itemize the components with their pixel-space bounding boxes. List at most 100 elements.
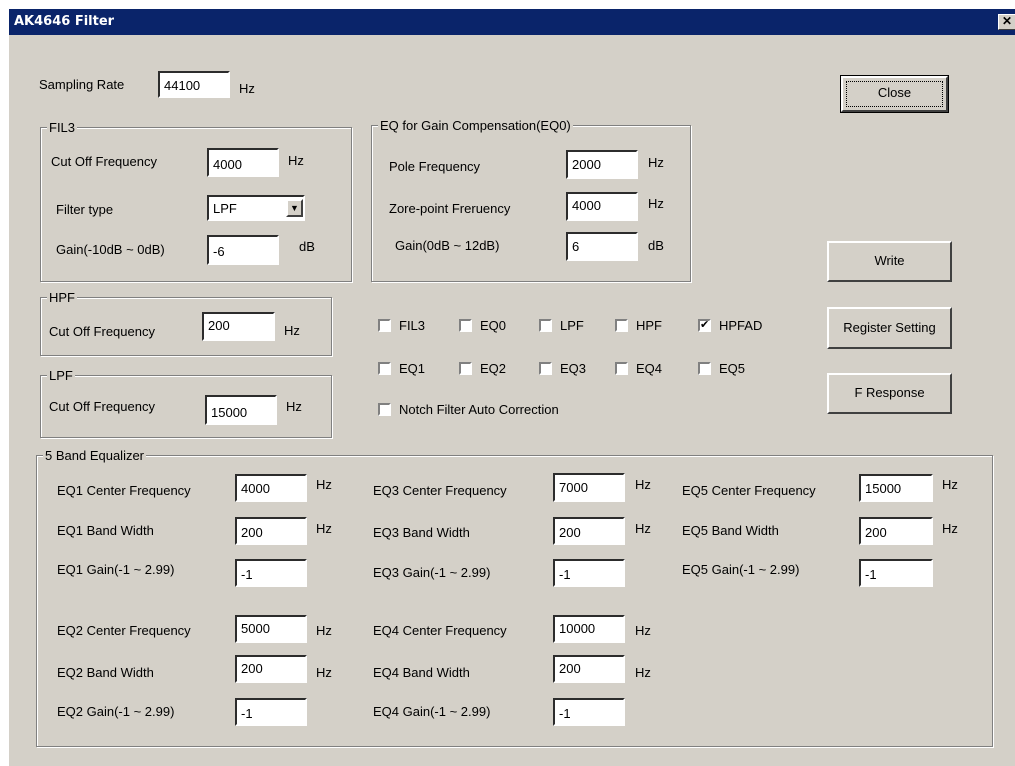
write-button[interactable]: Write xyxy=(827,241,952,282)
eq2-gain-label: EQ2 Gain(-1 ~ 2.99) xyxy=(57,704,175,719)
eq1-checkbox[interactable] xyxy=(378,362,391,375)
eq0-checkbox[interactable] xyxy=(459,319,472,332)
filter-dialog: AK4646 Filter ✕ Sampling Rate 44100 Hz C… xyxy=(8,8,1015,766)
hpf-cutoff-label: Cut Off Frequency xyxy=(49,324,155,339)
eq5-gain-input[interactable]: -1 xyxy=(859,559,933,587)
eq1-bw-label: EQ1 Band Width xyxy=(57,523,154,538)
eq2-bw-unit: Hz xyxy=(316,665,332,680)
fil3-checkbox[interactable] xyxy=(378,319,391,332)
lpf-cutoff-label: Cut Off Frequency xyxy=(49,399,155,414)
eq2-center-unit: Hz xyxy=(316,623,332,638)
eq0-pole-label: Pole Frequency xyxy=(389,159,481,174)
eq4-checkbox-label[interactable]: EQ4 xyxy=(636,361,662,376)
eq3-bw-unit: Hz xyxy=(635,521,651,536)
eq3-gain-input[interactable]: -1 xyxy=(553,559,625,587)
eq4-gain-input[interactable]: -1 xyxy=(553,698,625,726)
eq4-gain-label: EQ4 Gain(-1 ~ 2.99) xyxy=(373,704,491,719)
eq4-bw-unit: Hz xyxy=(635,665,651,680)
eq2-center-label: EQ2 Center Frequency xyxy=(57,623,191,638)
close-icon[interactable]: ✕ xyxy=(998,14,1015,30)
title-bar[interactable]: AK4646 Filter ✕ xyxy=(9,9,1015,35)
fil3-cutoff-input[interactable]: 4000 xyxy=(207,148,279,177)
eq3-checkbox-label[interactable]: EQ3 xyxy=(560,361,586,376)
eq3-checkbox[interactable] xyxy=(539,362,552,375)
eq1-bw-input[interactable]: 200 xyxy=(235,517,307,545)
register-setting-button[interactable]: Register Setting xyxy=(827,307,952,349)
eq0-gain-input[interactable]: 6 xyxy=(566,232,638,261)
eq5-center-input[interactable]: 15000 xyxy=(859,474,933,502)
eq0-zero-unit: Hz xyxy=(648,196,664,211)
fil3-type-label: Filter type xyxy=(56,202,114,217)
hpf-group-label: HPF xyxy=(47,290,77,305)
eq5-bw-unit: Hz xyxy=(942,521,958,536)
sampling-rate-label: Sampling Rate xyxy=(39,77,125,92)
eq5-bw-label: EQ5 Band Width xyxy=(682,523,779,538)
eq5-center-unit: Hz xyxy=(942,477,958,492)
eq0-gain-unit: dB xyxy=(648,238,664,253)
eq1-gain-input[interactable]: -1 xyxy=(235,559,307,587)
eq1-center-input[interactable]: 4000 xyxy=(235,474,307,502)
eq5-bw-input[interactable]: 200 xyxy=(859,517,933,545)
eq5-center-label: EQ5 Center Frequency xyxy=(682,483,816,498)
eq0-pole-input[interactable]: 2000 xyxy=(566,150,638,179)
eq0-zero-input[interactable]: 4000 xyxy=(566,192,638,221)
eq4-center-input[interactable]: 10000 xyxy=(553,615,625,643)
eq1-gain-label: EQ1 Gain(-1 ~ 2.99) xyxy=(57,562,175,577)
eq4-center-unit: Hz xyxy=(635,623,651,638)
eq2-gain-input[interactable]: -1 xyxy=(235,698,307,726)
lpf-checkbox-label[interactable]: LPF xyxy=(560,318,584,333)
hpfad-checkbox-label[interactable]: HPFAD xyxy=(719,318,762,333)
eq1-center-label: EQ1 Center Frequency xyxy=(57,483,191,498)
focus-rect xyxy=(846,81,943,107)
fil3-cutoff-unit: Hz xyxy=(288,153,304,168)
hpf-cutoff-unit: Hz xyxy=(284,323,300,338)
eq1-bw-unit: Hz xyxy=(316,521,332,536)
fil3-gain-unit: dB xyxy=(299,239,315,254)
fil3-cutoff-label: Cut Off Frequency xyxy=(51,154,157,169)
eq4-checkbox[interactable] xyxy=(615,362,628,375)
check-icon: ✔ xyxy=(700,319,710,331)
eq3-bw-label: EQ3 Band Width xyxy=(373,525,470,540)
hpfad-checkbox[interactable]: ✔ xyxy=(698,319,711,332)
hpf-checkbox-label[interactable]: HPF xyxy=(636,318,662,333)
eq5-checkbox-label[interactable]: EQ5 xyxy=(719,361,745,376)
sampling-rate-unit: Hz xyxy=(239,81,255,96)
eq3-center-unit: Hz xyxy=(635,477,651,492)
fil3-gain-label: Gain(-10dB ~ 0dB) xyxy=(56,242,165,257)
hpf-cutoff-input[interactable]: 200 xyxy=(202,312,275,341)
fil3-checkbox-label[interactable]: FIL3 xyxy=(399,318,425,333)
lpf-cutoff-unit: Hz xyxy=(286,399,302,414)
eq0-zero-label: Zore-point Freruency xyxy=(389,201,511,216)
eq1-center-unit: Hz xyxy=(316,477,332,492)
lpf-group-label: LPF xyxy=(47,368,75,383)
notch-checkbox[interactable] xyxy=(378,403,391,416)
fil3-gain-input[interactable]: -6 xyxy=(207,235,279,265)
fil3-type-value: LPF xyxy=(213,201,237,216)
sampling-rate-input[interactable]: 44100 xyxy=(158,71,230,98)
eq3-center-label: EQ3 Center Frequency xyxy=(373,483,507,498)
five-band-eq-group-label: 5 Band Equalizer xyxy=(43,448,147,463)
eq3-gain-label: EQ3 Gain(-1 ~ 2.99) xyxy=(373,565,491,580)
lpf-cutoff-input[interactable]: 15000 xyxy=(205,395,277,425)
eq2-bw-input[interactable]: 200 xyxy=(235,655,307,683)
f-response-button[interactable]: F Response xyxy=(827,373,952,414)
eq5-checkbox[interactable] xyxy=(698,362,711,375)
eq2-checkbox[interactable] xyxy=(459,362,472,375)
eq4-bw-input[interactable]: 200 xyxy=(553,655,625,683)
eq0-checkbox-label[interactable]: EQ0 xyxy=(480,318,506,333)
eq2-bw-label: EQ2 Band Width xyxy=(57,665,154,680)
five-band-eq-group: 5 Band Equalizer xyxy=(36,448,993,747)
lpf-checkbox[interactable] xyxy=(539,319,552,332)
hpf-checkbox[interactable] xyxy=(615,319,628,332)
eq3-center-input[interactable]: 7000 xyxy=(553,473,625,502)
notch-checkbox-label[interactable]: Notch Filter Auto Correction xyxy=(399,402,559,417)
chevron-down-icon[interactable]: ▼ xyxy=(286,199,303,217)
eq3-bw-input[interactable]: 200 xyxy=(553,517,625,545)
fil3-group-label: FIL3 xyxy=(47,120,78,135)
window-title: AK4646 Filter xyxy=(14,14,115,29)
eq2-checkbox-label[interactable]: EQ2 xyxy=(480,361,506,376)
eq4-bw-label: EQ4 Band Width xyxy=(373,665,470,680)
eq1-checkbox-label[interactable]: EQ1 xyxy=(399,361,425,376)
close-button[interactable]: Close xyxy=(840,75,949,113)
eq2-center-input[interactable]: 5000 xyxy=(235,615,307,643)
